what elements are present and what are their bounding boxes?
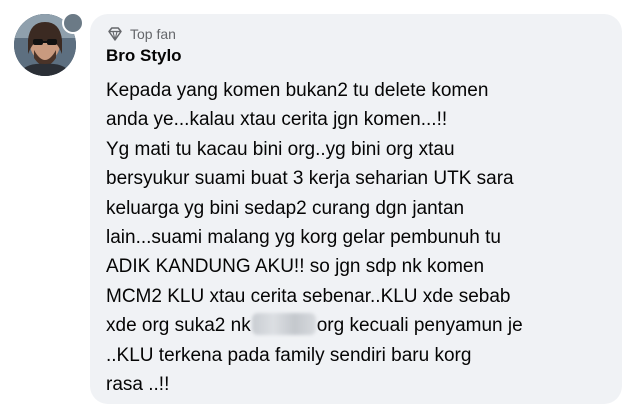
comment-bubble: Top fan Bro Stylo Kepada yang komen buka… [90,14,622,404]
comment-line: lain...suami malang yg korg gelar pembun… [106,227,502,249]
censored-word-blur [251,313,316,336]
top-fan-badge: Top fan [106,24,176,44]
comment-line: MCM2 KLU xtau cerita sebenar..KLU xde se… [106,285,511,307]
diamond-icon [108,27,122,41]
comment-line: rasa ..!! [106,374,170,396]
comment-line: Yg mati tu kacau bini org..yg bini org x… [106,138,455,160]
comment-screenshot: Top fan Bro Stylo Kepada yang komen buka… [0,0,634,408]
badge-label: Top fan [130,26,176,42]
comment-line: keluarga yg bini sedap2 curang dgn janta… [106,197,465,219]
comment-line-part: org kecuali penyamun je [316,315,523,337]
comment-line: ..KLU terkena pada family sendiri baru k… [106,344,472,366]
comment-line: bersyukur suami buat 3 kerja seharian UT… [106,168,514,190]
comment-line: Kepada yang komen bukan2 tu delete komen [106,80,489,101]
author-name-link[interactable]: Bro Stylo [106,46,182,66]
comment-line: anda ye...kalau xtau cerita jgn komen...… [106,109,448,131]
comment-line: xde org suka2 nk org kecuali penyamun je [106,311,616,340]
comment-line-part: xde org suka2 nk [106,315,251,337]
comment-text: Kepada yang komen bukan2 tu delete komen… [106,76,616,399]
online-status-badge [62,12,84,34]
comment-line: ADIK KANDUNG AKU!! so jgn sdp nk komen [106,256,485,278]
